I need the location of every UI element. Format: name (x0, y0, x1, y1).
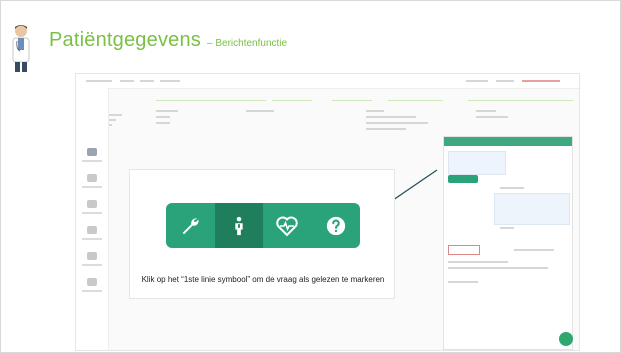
doctor-illustration (12, 25, 30, 72)
question-button[interactable] (311, 203, 360, 248)
slide: Patiëntgegevens – Berichtenfunctie Klik … (0, 0, 621, 353)
heart-pulse-icon (276, 216, 298, 236)
callout-box: Klik op het “1ste linie symbool” om de v… (129, 169, 395, 299)
wrench-button[interactable] (166, 203, 215, 248)
wrench-icon (182, 217, 199, 234)
add-message-button[interactable] (559, 332, 573, 346)
question-icon (326, 216, 345, 235)
message-panel (443, 136, 573, 350)
slide-title: Patiëntgegevens (49, 29, 202, 51)
message-action-buttons (166, 203, 360, 248)
slide-subtitle: – Berichtenfunctie (207, 38, 288, 49)
heart-pulse-button[interactable] (263, 203, 312, 248)
slide-heading: Patiëntgegevens – Berichtenfunctie (49, 29, 287, 52)
message-panel-header (444, 137, 572, 146)
app-sidebar (76, 88, 109, 350)
callout-instruction: Klik op het “1ste linie symbool” om de v… (141, 275, 385, 284)
first-line-button[interactable] (214, 203, 263, 248)
app-topbar (76, 74, 579, 89)
person-icon (235, 216, 243, 235)
